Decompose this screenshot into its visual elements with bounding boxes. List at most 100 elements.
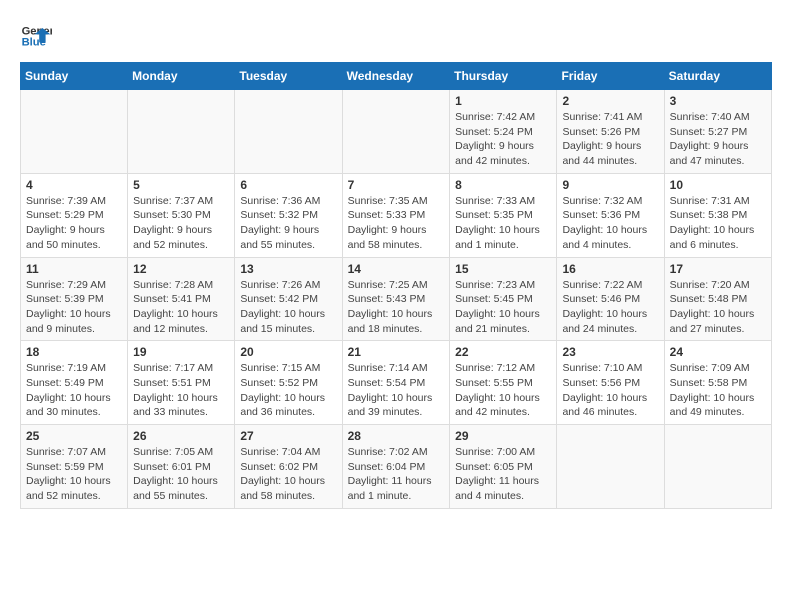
- day-info: Sunrise: 7:28 AM Sunset: 5:41 PM Dayligh…: [133, 278, 229, 337]
- calendar-cell: 14Sunrise: 7:25 AM Sunset: 5:43 PM Dayli…: [342, 257, 450, 341]
- day-info: Sunrise: 7:17 AM Sunset: 5:51 PM Dayligh…: [133, 361, 229, 420]
- logo: General Blue: [20, 20, 56, 52]
- day-number: 21: [348, 345, 445, 359]
- calendar-cell: 3 Sunrise: 7:40 AM Sunset: 5:27 PM Daylig…: [664, 90, 771, 174]
- day-number: 12: [133, 262, 229, 276]
- calendar-cell: 13 Sunrise: 7:26 AM Sunset: 5:42 PM Dayli…: [235, 257, 342, 341]
- calendar-cell: 16 Sunrise: 7:22 AM Sunset: 5:46 PM Dayli…: [557, 257, 664, 341]
- svg-text:General: General: [22, 25, 52, 37]
- day-number: 19: [133, 345, 229, 359]
- day-info: Sunrise: 7:04 AM Sunset: 6:02 PM Dayligh…: [240, 445, 336, 504]
- day-info: Sunrise: 7:36 AM Sunset: 5:32 PM Dayligh…: [240, 194, 336, 253]
- day-info: Sunrise: 7:25 AM Sunset: 5:43 PM Dayligh…: [348, 278, 445, 337]
- calendar-cell: 25 Sunrise: 7:07 AM Sunset: 5:59 PM Dayli…: [21, 425, 128, 509]
- day-number: 18: [26, 345, 122, 359]
- calendar-cell: 24 Sunrise: 7:09 AM Sunset: 5:58 PM Dayli…: [664, 341, 771, 425]
- day-info: Sunrise: 7:05 AM Sunset: 6:01 PM Dayligh…: [133, 445, 229, 504]
- calendar-cell: 27 Sunrise: 7:04 AM Sunset: 6:02 PM Dayli…: [235, 425, 342, 509]
- day-number: 29: [455, 429, 551, 443]
- calendar-cell: 5 Sunrise: 7:37 AM Sunset: 5:30 PM Daylig…: [128, 173, 235, 257]
- day-number: 24: [670, 345, 766, 359]
- day-info: Sunrise: 7:26 AM Sunset: 5:42 PM Dayligh…: [240, 278, 336, 337]
- day-number: 11: [26, 262, 122, 276]
- calendar-cell: [235, 90, 342, 174]
- calendar-cell: 11Sunrise: 7:29 AM Sunset: 5:39 PM Dayli…: [21, 257, 128, 341]
- day-number: 7: [348, 178, 445, 192]
- calendar-cell: [21, 90, 128, 174]
- day-number: 15: [455, 262, 551, 276]
- column-header-sunday: Sunday: [21, 63, 128, 90]
- day-number: 13: [240, 262, 336, 276]
- day-info: Sunrise: 7:41 AM Sunset: 5:26 PM Dayligh…: [562, 110, 658, 169]
- day-info: Sunrise: 7:19 AM Sunset: 5:49 PM Dayligh…: [26, 361, 122, 420]
- day-info: Sunrise: 7:32 AM Sunset: 5:36 PM Dayligh…: [562, 194, 658, 253]
- calendar-cell: 22 Sunrise: 7:12 AM Sunset: 5:55 PM Dayli…: [450, 341, 557, 425]
- day-number: 16: [562, 262, 658, 276]
- day-info: Sunrise: 7:07 AM Sunset: 5:59 PM Dayligh…: [26, 445, 122, 504]
- day-info: Sunrise: 7:40 AM Sunset: 5:27 PM Dayligh…: [670, 110, 766, 169]
- day-number: 25: [26, 429, 122, 443]
- calendar-cell: 18 Sunrise: 7:19 AM Sunset: 5:49 PM Dayli…: [21, 341, 128, 425]
- day-number: 28: [348, 429, 445, 443]
- calendar-cell: [128, 90, 235, 174]
- column-header-monday: Monday: [128, 63, 235, 90]
- day-number: 5: [133, 178, 229, 192]
- day-number: 3: [670, 94, 766, 108]
- day-info: Sunrise: 7:12 AM Sunset: 5:55 PM Dayligh…: [455, 361, 551, 420]
- day-number: 27: [240, 429, 336, 443]
- day-info: Sunrise: 7:22 AM Sunset: 5:46 PM Dayligh…: [562, 278, 658, 337]
- calendar-cell: 6 Sunrise: 7:36 AM Sunset: 5:32 PM Daylig…: [235, 173, 342, 257]
- calendar-cell: 26 Sunrise: 7:05 AM Sunset: 6:01 PM Dayli…: [128, 425, 235, 509]
- calendar-cell: 7 Sunrise: 7:35 AM Sunset: 5:33 PM Daylig…: [342, 173, 450, 257]
- page-header: General Blue: [20, 20, 772, 52]
- column-header-friday: Friday: [557, 63, 664, 90]
- day-number: 1: [455, 94, 551, 108]
- logo-icon: General Blue: [20, 20, 52, 52]
- calendar-cell: 4 Sunrise: 7:39 AM Sunset: 5:29 PM Daylig…: [21, 173, 128, 257]
- day-number: 22: [455, 345, 551, 359]
- column-header-thursday: Thursday: [450, 63, 557, 90]
- day-number: 6: [240, 178, 336, 192]
- day-number: 10: [670, 178, 766, 192]
- day-number: 26: [133, 429, 229, 443]
- day-number: 8: [455, 178, 551, 192]
- day-info: Sunrise: 7:31 AM Sunset: 5:38 PM Dayligh…: [670, 194, 766, 253]
- day-info: Sunrise: 7:10 AM Sunset: 5:56 PM Dayligh…: [562, 361, 658, 420]
- day-info: Sunrise: 7:09 AM Sunset: 5:58 PM Dayligh…: [670, 361, 766, 420]
- calendar-cell: 2 Sunrise: 7:41 AM Sunset: 5:26 PM Daylig…: [557, 90, 664, 174]
- day-info: Sunrise: 7:00 AM Sunset: 6:05 PM Dayligh…: [455, 445, 551, 504]
- column-header-wednesday: Wednesday: [342, 63, 450, 90]
- day-info: Sunrise: 7:33 AM Sunset: 5:35 PM Dayligh…: [455, 194, 551, 253]
- calendar-cell: 12 Sunrise: 7:28 AM Sunset: 5:41 PM Dayli…: [128, 257, 235, 341]
- day-number: 2: [562, 94, 658, 108]
- calendar-cell: 9 Sunrise: 7:32 AM Sunset: 5:36 PM Daylig…: [557, 173, 664, 257]
- calendar-cell: 1 Sunrise: 7:42 AM Sunset: 5:24 PM Daylig…: [450, 90, 557, 174]
- day-info: Sunrise: 7:37 AM Sunset: 5:30 PM Dayligh…: [133, 194, 229, 253]
- day-info: Sunrise: 7:39 AM Sunset: 5:29 PM Dayligh…: [26, 194, 122, 253]
- day-info: Sunrise: 7:35 AM Sunset: 5:33 PM Dayligh…: [348, 194, 445, 253]
- day-number: 4: [26, 178, 122, 192]
- calendar-cell: 8 Sunrise: 7:33 AM Sunset: 5:35 PM Daylig…: [450, 173, 557, 257]
- calendar-cell: [664, 425, 771, 509]
- day-info: Sunrise: 7:20 AM Sunset: 5:48 PM Dayligh…: [670, 278, 766, 337]
- calendar-cell: [342, 90, 450, 174]
- calendar-cell: 21 Sunrise: 7:14 AM Sunset: 5:54 PM Dayli…: [342, 341, 450, 425]
- day-number: 23: [562, 345, 658, 359]
- day-number: 9: [562, 178, 658, 192]
- calendar-table: SundayMondayTuesdayWednesdayThursdayFrid…: [20, 62, 772, 509]
- calendar-cell: 20Sunrise: 7:15 AM Sunset: 5:52 PM Dayli…: [235, 341, 342, 425]
- day-number: 20: [240, 345, 336, 359]
- calendar-cell: 19 Sunrise: 7:17 AM Sunset: 5:51 PM Dayli…: [128, 341, 235, 425]
- calendar-cell: 29 Sunrise: 7:00 AM Sunset: 6:05 PM Dayli…: [450, 425, 557, 509]
- day-info: Sunrise: 7:23 AM Sunset: 5:45 PM Dayligh…: [455, 278, 551, 337]
- calendar-cell: 15 Sunrise: 7:23 AM Sunset: 5:45 PM Dayli…: [450, 257, 557, 341]
- column-header-saturday: Saturday: [664, 63, 771, 90]
- calendar-cell: 28 Sunrise: 7:02 AM Sunset: 6:04 PM Dayli…: [342, 425, 450, 509]
- calendar-cell: 23 Sunrise: 7:10 AM Sunset: 5:56 PM Dayli…: [557, 341, 664, 425]
- column-header-tuesday: Tuesday: [235, 63, 342, 90]
- day-info: Sunrise: 7:14 AM Sunset: 5:54 PM Dayligh…: [348, 361, 445, 420]
- calendar-cell: [557, 425, 664, 509]
- day-info: Sunrise: 7:02 AM Sunset: 6:04 PM Dayligh…: [348, 445, 445, 504]
- day-number: 17: [670, 262, 766, 276]
- day-info: Sunrise: 7:42 AM Sunset: 5:24 PM Dayligh…: [455, 110, 551, 169]
